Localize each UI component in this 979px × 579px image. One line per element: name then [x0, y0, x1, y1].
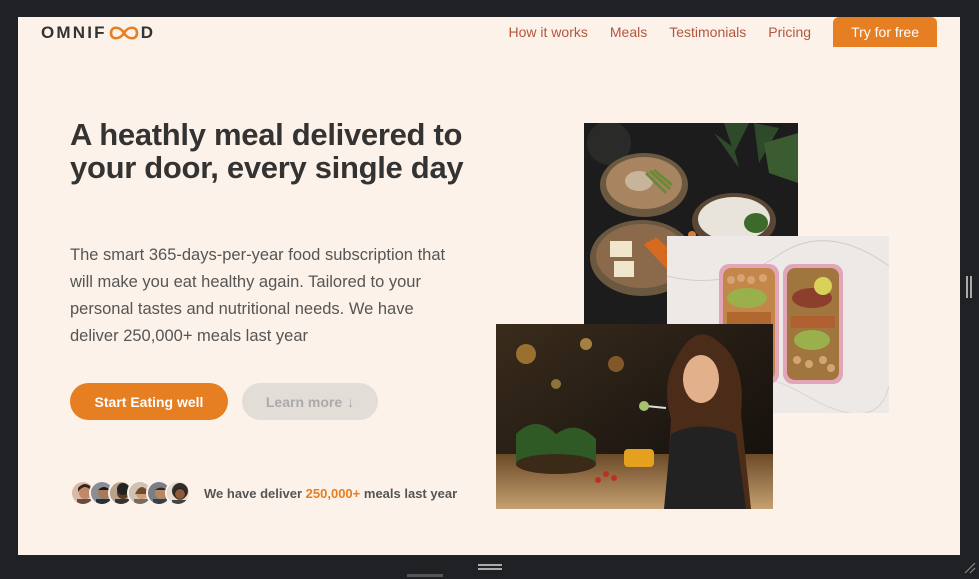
learn-more-label: Learn more [265, 393, 343, 410]
logo-text-right: D [140, 23, 156, 42]
customer-avatars [70, 480, 191, 506]
start-eating-button[interactable]: Start Eating well [70, 383, 228, 420]
avatar [165, 480, 191, 506]
logo-text-left: OMNIF [41, 23, 107, 42]
delivered-meals: We have deliver 250,000+ meals last year [70, 480, 457, 506]
delivered-count: 250,000+ [305, 485, 361, 501]
resize-grip-icon[interactable] [478, 564, 502, 570]
hero-description: The smart 365-days-per-year food subscri… [70, 246, 446, 345]
corner-resize-icon[interactable] [962, 560, 976, 574]
down-arrow-icon: ↓ [347, 393, 355, 410]
nav-testimonials[interactable]: Testimonials [669, 24, 746, 40]
nav-meals[interactable]: Meals [610, 24, 647, 40]
delivered-prefix: We have deliver [204, 485, 303, 501]
side-resize-grip-icon[interactable] [966, 276, 972, 298]
hero-title: A heathly meal delivered to your door, e… [70, 117, 464, 185]
main-nav: How it works Meals Testimonials Pricing … [487, 17, 937, 47]
learn-more-button[interactable]: Learn more ↓ [242, 383, 378, 420]
page: OMNIF D How it works Meals Testimonials … [18, 17, 960, 555]
logo[interactable]: OMNIF D [41, 23, 155, 43]
logo-loop-icon [108, 25, 140, 41]
delivered-meals-text: We have deliver 250,000+ meals last year [204, 486, 457, 501]
woman-eating-image [496, 324, 773, 509]
delivered-suffix: meals last year [363, 485, 458, 501]
nav-pricing[interactable]: Pricing [768, 24, 811, 40]
top-strip [0, 0, 979, 17]
try-for-free-button[interactable]: Try for free [833, 17, 937, 47]
nav-how-it-works[interactable]: How it works [509, 24, 588, 40]
